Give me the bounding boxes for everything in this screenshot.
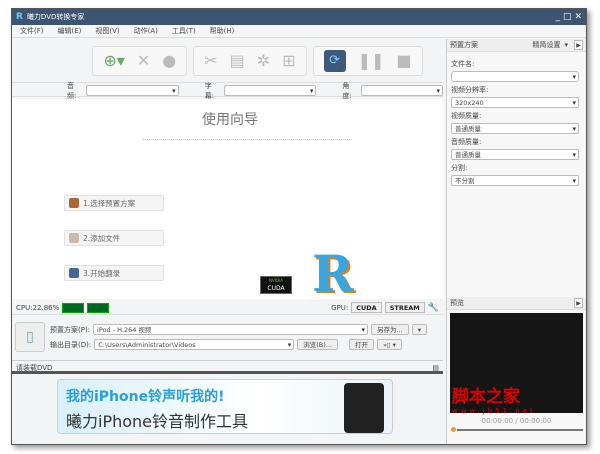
divider [142, 139, 352, 140]
audio-label: 音频: [67, 81, 77, 100]
menu-help[interactable]: 帮助(H) [210, 26, 235, 36]
audio-quality-label: 音频质量: [451, 138, 482, 146]
save-as-button[interactable]: 另存为... [371, 324, 409, 335]
list-view-icon[interactable]: ▤ [432, 362, 439, 374]
preview-seek-slider[interactable] [450, 426, 583, 433]
title-bar: R 曦力DVD转换专家 _ □ ✕ [12, 9, 586, 25]
watermark: 脚本之家 [452, 387, 520, 407]
stream-badge[interactable]: STREAM [384, 302, 425, 313]
split-select[interactable]: 不分割 [451, 175, 579, 186]
minimize-button[interactable]: _ [555, 12, 560, 22]
menu-view[interactable]: 视图(V) [95, 26, 119, 36]
step-start-rip[interactable]: 3.开始翻录 [64, 265, 164, 281]
iphone-image [344, 383, 384, 433]
menu-file[interactable]: 文件(F) [20, 26, 44, 36]
merge-icon[interactable]: ⊞ [282, 51, 295, 70]
filename-input[interactable] [451, 71, 579, 82]
subtitle-label: 字幕: [204, 81, 215, 100]
filename-label: 文件名: [451, 60, 475, 68]
ad-banner[interactable]: 我的iPhone铃声听我的! 曦力iPhone铃音制作工具 [57, 379, 393, 434]
browse-button[interactable]: 浏览(B)... [297, 339, 338, 350]
open-button[interactable]: 打开 [348, 339, 374, 350]
film-icon[interactable]: ▤ [230, 51, 245, 70]
advanced-settings-dropdown[interactable]: 精简设置 [532, 40, 560, 50]
step-label: 1.选择预置方案 [83, 198, 136, 208]
preset-label: 预置方案(P): [50, 325, 91, 334]
cpu-graph [87, 302, 110, 313]
resolution-label: 视频分辨率: [451, 86, 489, 94]
audio-quality-select[interactable]: 普通质量 [451, 149, 579, 160]
transfer-device-button[interactable]: »▯ ▾ [376, 339, 402, 350]
preview-screen: 脚本之家 www.jb51.net [450, 313, 583, 415]
audio-select[interactable] [86, 85, 179, 96]
close-button[interactable]: ✕ [574, 12, 582, 22]
panel-title: 预置方案 [450, 41, 478, 49]
expand-arrow-icon[interactable]: ▶ [574, 298, 583, 308]
output-panel: ▯ 预置方案(P): iPod - H.264 视频 另存为...▾ 输出目录(… [12, 319, 443, 361]
dvd-label: 请装载DVD [16, 364, 53, 372]
step-label: 3.开始翻录 [83, 268, 121, 278]
settings-wrench-icon[interactable]: 🔧 [428, 303, 439, 313]
save-as-dropdown[interactable]: ▾ [411, 324, 428, 335]
app-logo: R [312, 244, 354, 303]
app-window: R 曦力DVD转换专家 _ □ ✕ 文件(F) 编辑(E) 视图(V) 动作(A) … [11, 8, 587, 445]
subtitle-select[interactable] [223, 85, 317, 96]
wizard-title: 使用向导 [202, 112, 258, 128]
stop-icon[interactable]: ■ [396, 51, 411, 70]
cuda-logo: NVIDIA CUDA [260, 276, 292, 294]
cut-icon[interactable]: ✂ [204, 51, 217, 70]
step-add-file[interactable]: 2.添加文件 [64, 230, 164, 246]
step-label: 2.添加文件 [83, 233, 121, 243]
status-bar: CPU:22.86% GPU: CUDA STREAM 🔧 [12, 301, 443, 315]
ad-line1: 我的iPhone铃声听我的! [66, 389, 225, 405]
wizard-area: 使用向导 1.选择预置方案 2.添加文件 3.开始翻录 NVIDIA CUDA R [12, 99, 443, 303]
pause-icon[interactable]: ❚❚ [358, 51, 385, 70]
step-select-preset[interactable]: 1.选择预置方案 [64, 195, 164, 211]
clear-icon[interactable]: ● [162, 51, 176, 70]
device-icon[interactable]: ▯ [15, 322, 45, 352]
cpu-graph [62, 302, 85, 313]
convert-icon[interactable]: ⟳ [323, 49, 346, 72]
add-disc-icon[interactable]: ⊕▾ [103, 51, 124, 70]
add-file-icon [69, 233, 79, 243]
gpu-label: GPU: [331, 303, 349, 312]
split-label: 分割: [451, 164, 468, 172]
menu-bar: 文件(F) 编辑(E) 视图(V) 动作(A) 工具(T) 帮助(H) [12, 25, 586, 38]
output-dir-label: 输出目录(D): [50, 340, 92, 349]
preset-icon [69, 198, 79, 208]
menu-edit[interactable]: 编辑(E) [58, 26, 82, 36]
preset-select[interactable]: iPod - H.264 视频 [93, 324, 369, 335]
preview-time: 00:00:00 / 00:00:00 [481, 417, 552, 425]
settings-panel: 预置方案 精简设置 ▾ ▶ 文件名: 视频分辨率: 320x240 视频质量: 普通质… [446, 39, 586, 444]
angle-label: 角度: [342, 81, 352, 100]
cuda-badge[interactable]: CUDA [351, 302, 382, 313]
angle-select[interactable] [361, 85, 443, 96]
ad-line2: 曦力iPhone铃音制作工具 [66, 412, 249, 431]
app-logo-icon: R [16, 12, 23, 22]
maximize-button[interactable]: □ [563, 12, 572, 22]
effect-icon[interactable]: ✲ [257, 51, 270, 70]
start-icon [69, 268, 79, 278]
menu-tools[interactable]: 工具(T) [172, 26, 196, 36]
expand-arrow-icon[interactable]: ▶ [574, 40, 583, 50]
video-quality-label: 视频质量: [451, 112, 482, 120]
toolbar: ⊕▾ ✕ ● ✂ ▤ ✲ ⊞ ⟳ ❚❚ ■ [12, 39, 443, 83]
output-dir-select[interactable]: C:\Users\Administrator\Videos [94, 339, 295, 350]
video-quality-select[interactable]: 普通质量 [451, 123, 579, 134]
resolution-select[interactable]: 320x240 [451, 97, 579, 108]
preview-panel: 预览 ▶ 脚本之家 www.jb51.net 00:00:00 / 00:00:0… [447, 297, 586, 435]
cpu-usage: CPU:22.86% [16, 303, 60, 312]
remove-icon[interactable]: ✕ [137, 51, 150, 70]
chevron-down-icon[interactable]: ▾ [564, 41, 568, 49]
watermark-url: www.jb51.net [452, 407, 536, 415]
preview-title: 预览 [450, 299, 464, 307]
seek-handle[interactable] [450, 426, 457, 433]
dvd-status: 请装载DVD ▤ [12, 362, 443, 374]
window-title: 曦力DVD转换专家 [26, 13, 85, 21]
menu-action[interactable]: 动作(A) [134, 26, 158, 36]
